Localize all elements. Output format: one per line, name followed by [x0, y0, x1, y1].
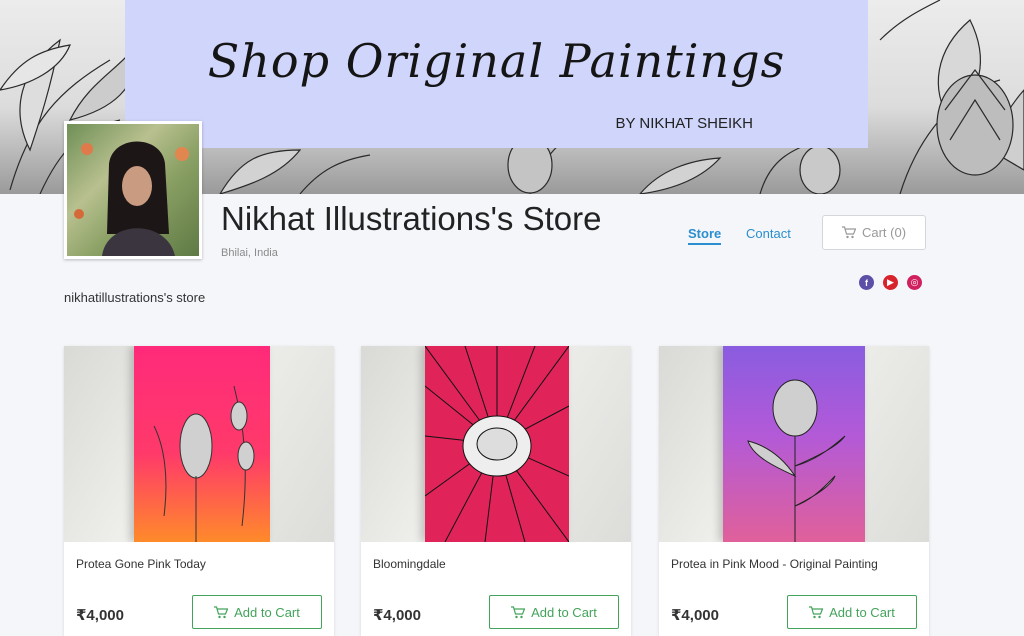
cart-label: Cart (0) [861, 225, 907, 240]
banner-title-card: Shop Original Paintings BY NIKHAT SHEIKH [125, 0, 868, 148]
add-to-cart-label: Add to Cart [531, 604, 597, 620]
youtube-icon[interactable]: ▶ [883, 275, 898, 290]
store-name: Nikhat Illustrations's Store [221, 200, 602, 237]
product-image[interactable] [64, 346, 334, 542]
banner-subtitle: BY NIKHAT SHEIKH [615, 115, 753, 132]
add-to-cart-label: Add to Cart [829, 604, 895, 620]
product-card[interactable]: Protea Gone Pink Today ₹4,000 Add to Car… [64, 346, 334, 636]
product-price: ₹4,000 [671, 607, 719, 624]
product-card[interactable]: Protea in Pink Mood - Original Painting … [659, 346, 929, 636]
add-to-cart-label: Add to Cart [234, 604, 300, 620]
cart-button[interactable]: Cart (0) [822, 215, 926, 250]
cart-icon [841, 226, 856, 239]
product-price: ₹4,000 [373, 607, 421, 624]
banner-title: Shop Original Paintings [207, 34, 786, 88]
portrait-image [74, 141, 189, 256]
add-to-cart-button[interactable]: Add to Cart [192, 595, 322, 629]
painting-canvas [424, 346, 570, 542]
store-location: Bhilai, India [221, 247, 278, 259]
store-description: nikhatillustrations's store [64, 290, 206, 305]
painting-canvas [134, 346, 270, 542]
product-image[interactable] [659, 346, 929, 542]
add-to-cart-button[interactable]: Add to Cart [489, 595, 619, 629]
store-avatar [64, 121, 202, 259]
product-price: ₹4,000 [76, 607, 124, 624]
add-to-cart-button[interactable]: Add to Cart [787, 595, 917, 629]
painting-canvas [723, 346, 865, 542]
facebook-icon[interactable]: f [859, 275, 874, 290]
product-image[interactable] [361, 346, 631, 542]
cart-icon [214, 605, 229, 619]
product-name[interactable]: Protea in Pink Mood - Original Painting [671, 557, 878, 571]
product-name[interactable]: Protea Gone Pink Today [76, 557, 206, 571]
cart-icon [809, 605, 824, 619]
instagram-icon[interactable]: ◎ [907, 275, 922, 290]
product-name[interactable]: Bloomingdale [373, 557, 446, 571]
product-card[interactable]: Bloomingdale ₹4,000 Add to Cart [361, 346, 631, 636]
nav-contact-link[interactable]: Contact [746, 226, 791, 241]
nav-store-link[interactable]: Store [688, 226, 722, 245]
cart-icon [511, 605, 526, 619]
